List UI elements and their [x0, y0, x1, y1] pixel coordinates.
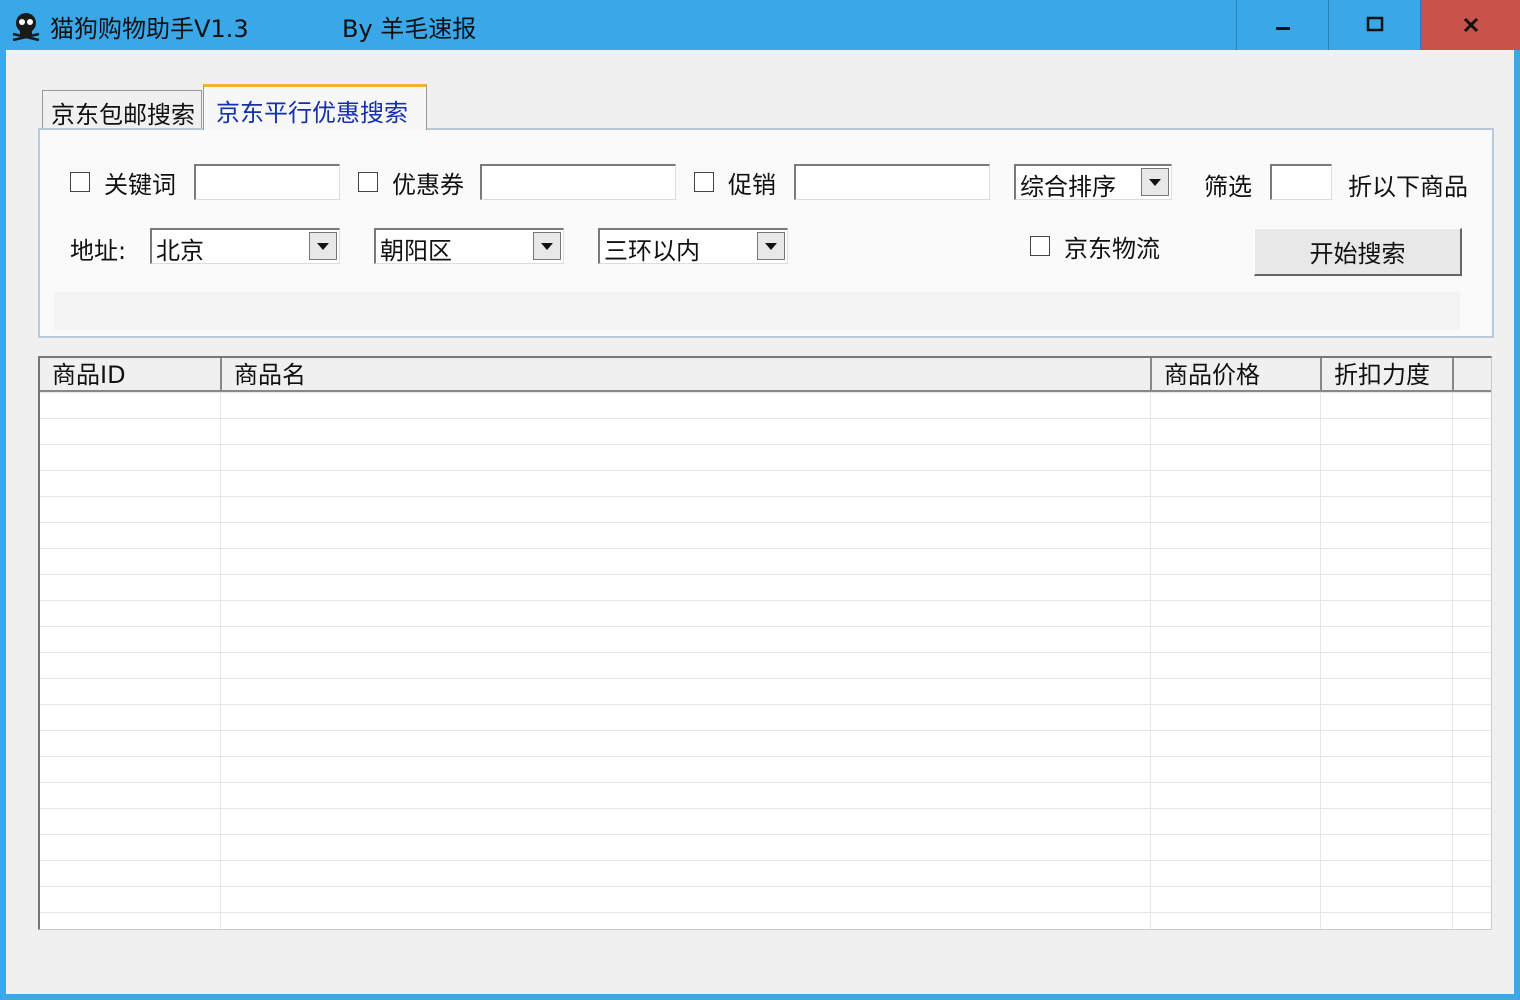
chevron-down-icon[interactable]: [1141, 168, 1169, 196]
keyword-label: 关键词: [104, 171, 176, 199]
maximize-icon: [1366, 16, 1383, 32]
address-label: 地址:: [70, 237, 127, 265]
district-select[interactable]: 朝阳区: [374, 228, 564, 265]
title-bar: 猫狗购物助手V1.3 By 羊毛速报: [0, 0, 1520, 50]
client-area: 京东包邮搜索 京东平行优惠搜索 关键词 优惠券 促销 综合排序 筛选 折以下商品…: [6, 50, 1514, 994]
jd-logistics-label: 京东物流: [1064, 235, 1160, 263]
promo-checkbox[interactable]: [694, 172, 714, 192]
screen-label: 筛选: [1204, 173, 1252, 201]
skull-icon: [12, 13, 40, 42]
city-select-value: 北京: [156, 237, 204, 265]
chevron-down-icon[interactable]: [533, 232, 561, 260]
column-header-discount[interactable]: 折扣力度: [1322, 358, 1454, 390]
close-icon: [1463, 17, 1479, 33]
column-header-id[interactable]: 商品ID: [40, 358, 222, 390]
city-select[interactable]: 北京: [150, 228, 340, 265]
tab-jd-free-shipping[interactable]: 京东包邮搜索: [42, 90, 202, 129]
district-select-value: 朝阳区: [380, 237, 452, 265]
sort-select[interactable]: 综合排序: [1014, 164, 1172, 201]
window-title: 猫狗购物助手V1.3: [50, 15, 249, 43]
table-body[interactable]: [40, 392, 1491, 929]
sort-select-value: 综合排序: [1020, 173, 1116, 201]
column-header-name[interactable]: 商品名: [222, 358, 1152, 390]
ring-select[interactable]: 三环以内: [598, 228, 788, 265]
minimize-icon: [1275, 27, 1290, 30]
status-strip: [54, 292, 1460, 330]
coupon-label: 优惠券: [392, 171, 464, 199]
coupon-input[interactable]: [480, 164, 676, 200]
table-header: 商品ID 商品名 商品价格 折扣力度: [40, 358, 1491, 392]
minimize-button[interactable]: [1236, 0, 1328, 50]
close-button[interactable]: [1420, 0, 1520, 50]
maximize-button[interactable]: [1328, 0, 1420, 50]
jd-logistics-checkbox[interactable]: [1030, 236, 1050, 256]
coupon-checkbox[interactable]: [358, 172, 378, 192]
keyword-input[interactable]: [194, 164, 340, 200]
ring-select-value: 三环以内: [604, 237, 700, 265]
start-search-button[interactable]: 开始搜索: [1254, 228, 1462, 276]
tab-jd-parallel-discount[interactable]: 京东平行优惠搜索: [203, 84, 427, 130]
keyword-checkbox[interactable]: [70, 172, 90, 192]
promo-input[interactable]: [794, 164, 990, 200]
chevron-down-icon[interactable]: [309, 232, 337, 260]
search-panel: 关键词 优惠券 促销 综合排序 筛选 折以下商品 地址: 北京 朝阳区 三环以内…: [38, 128, 1494, 338]
chevron-down-icon[interactable]: [757, 232, 785, 260]
results-table[interactable]: 商品ID 商品名 商品价格 折扣力度: [38, 356, 1492, 930]
promo-label: 促销: [728, 171, 776, 199]
discount-suffix-label: 折以下商品: [1348, 173, 1468, 201]
window-byline: By 羊毛速报: [342, 15, 477, 43]
discount-input[interactable]: [1270, 164, 1332, 200]
column-header-price[interactable]: 商品价格: [1152, 358, 1322, 390]
